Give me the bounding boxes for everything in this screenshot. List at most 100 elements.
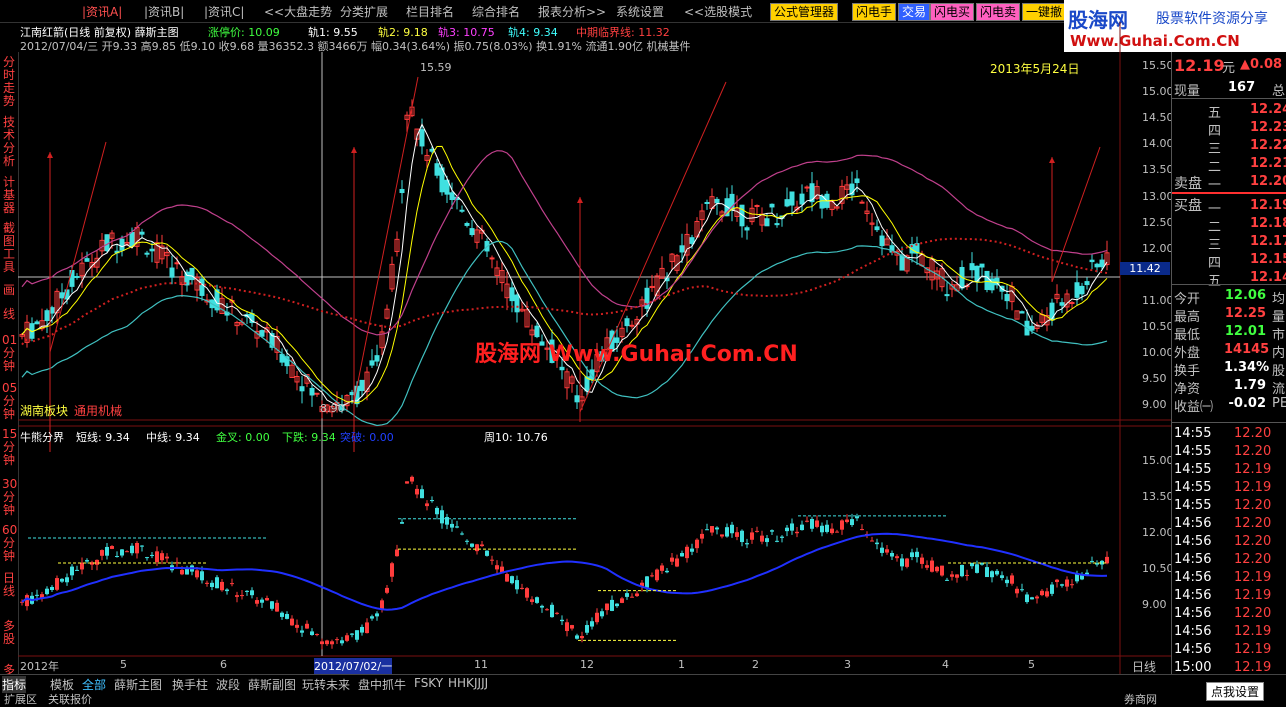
candle-body: [514, 294, 520, 313]
sub-candle-body: [715, 527, 719, 530]
tick-time: 14:56: [1174, 606, 1212, 621]
candle-body: [399, 188, 405, 194]
candle-body: [104, 234, 110, 252]
sub-candle-body: [260, 599, 264, 603]
tick-price: 12.20: [1234, 534, 1272, 549]
menu-stock-picking[interactable]: <<选股模式: [684, 3, 752, 20]
tick-price: 12.20: [1234, 606, 1272, 621]
sub-candle-body: [660, 565, 664, 571]
quote-change: ▲0.08: [1240, 57, 1283, 72]
left-tab-2[interactable]: 计基器: [2, 176, 16, 215]
left-tab-7[interactable]: 05分钟: [2, 382, 17, 421]
one-click-cancel-button[interactable]: 一键撤: [1022, 3, 1067, 21]
bottom-sub-tab-1[interactable]: 关联报价: [48, 691, 92, 707]
sub-candle-body: [675, 558, 679, 567]
sub-candle-body: [75, 569, 79, 571]
bottom-sub-tab-0[interactable]: 扩展区: [4, 691, 37, 707]
left-tab-1[interactable]: 技术分析: [2, 116, 16, 168]
y-tick-main: 9.00: [1142, 398, 1167, 412]
ask-level-label: 三: [1208, 142, 1222, 157]
candle-body: [349, 391, 355, 396]
left-tab-4[interactable]: 画: [2, 284, 16, 297]
candle-body: [49, 307, 55, 314]
candle-body: [369, 360, 375, 366]
menu-category-extend[interactable]: 分类扩展: [340, 3, 388, 20]
bottom-tab-7[interactable]: 玩转未来: [302, 676, 350, 693]
formula-manager-button[interactable]: 公式管理器: [770, 3, 839, 21]
sub-candle-body: [975, 564, 979, 573]
sub-candle-body: [265, 598, 269, 601]
menu-system-settings[interactable]: 系统设置: [616, 3, 664, 20]
sub-candle-body: [990, 571, 994, 578]
industry-label: 通用机械: [74, 404, 123, 418]
sub-candle-body: [800, 524, 804, 531]
stat-tail: 市: [1272, 328, 1286, 343]
sub-candle-body: [100, 550, 104, 556]
bottom-tab-4[interactable]: 换手柱: [172, 676, 208, 693]
left-tab-11[interactable]: 日线: [2, 572, 16, 598]
sub-candle-body: [920, 557, 924, 564]
menu-info-b[interactable]: |资讯B|: [144, 3, 184, 20]
sub-candle-body: [480, 544, 484, 547]
sub-candle-body: [555, 612, 559, 614]
sub-candle-body: [710, 526, 714, 533]
left-tab-9[interactable]: 30分钟: [2, 478, 17, 517]
x-tick: 2012/07/02/一: [314, 658, 393, 674]
left-tab-5[interactable]: 线: [2, 308, 16, 321]
left-tab-6[interactable]: 01分钟: [2, 334, 17, 373]
flash-sell-button[interactable]: 闪电卖: [976, 3, 1021, 21]
bottom-tab-5[interactable]: 波段: [216, 676, 240, 693]
bottom-tab-9[interactable]: FSKY: [414, 676, 443, 690]
settings-button[interactable]: 点我设置: [1206, 682, 1265, 701]
sub-candle-body: [1060, 584, 1064, 586]
sub-candle-body: [155, 551, 159, 563]
trade-button[interactable]: 交易: [898, 3, 931, 21]
candle-body: [784, 199, 790, 207]
candle-body: [469, 228, 475, 236]
broker-link[interactable]: 券商网: [1124, 691, 1157, 707]
y-tick-main: 12.50: [1142, 215, 1174, 229]
menu-info-c[interactable]: |资讯C|: [204, 3, 244, 20]
candle-body: [119, 238, 125, 251]
sub-candle-body: [680, 553, 684, 557]
bottom-tab-8[interactable]: 盘中抓牛: [358, 676, 406, 693]
y-tick-sub: 9.00: [1142, 598, 1167, 611]
candle-body: [799, 193, 805, 205]
candle-body: [969, 263, 975, 271]
x-tick: 5: [120, 658, 127, 671]
menu-column-rank[interactable]: 栏目排名: [406, 3, 454, 20]
sub-candle-body: [125, 551, 129, 553]
buy-label: 买盘: [1174, 198, 1202, 214]
left-tab-12[interactable]: 多股: [2, 620, 16, 646]
sub-candle-body: [145, 557, 149, 559]
volume-label: 现量: [1174, 84, 1201, 99]
x-tick: 2012年: [20, 660, 59, 673]
menu-overall-rank[interactable]: 综合排名: [472, 3, 520, 20]
tick-price: 12.20: [1234, 498, 1272, 513]
left-tab-10[interactable]: 60分钟: [2, 524, 17, 563]
sub-candle-body: [580, 636, 584, 639]
menu-report-analysis[interactable]: 报表分析>>: [538, 3, 606, 20]
bottom-tab-10[interactable]: HHK: [448, 676, 474, 690]
x-tick: 6: [220, 658, 227, 671]
flash-hand-button[interactable]: 闪电手: [852, 3, 897, 21]
sub-candle-body: [110, 546, 114, 549]
menu-market-trend[interactable]: <<大盘走势: [264, 3, 332, 20]
stat-value: 1.79: [1233, 378, 1266, 393]
x-tick: 2: [752, 658, 759, 671]
flash-buy-button[interactable]: 闪电买: [930, 3, 975, 21]
bottom-tab-3[interactable]: 薛斯主图: [114, 676, 162, 693]
left-tab-0[interactable]: 分时走势: [2, 56, 16, 108]
tick-time: 14:56: [1174, 552, 1212, 567]
left-tab-8[interactable]: 15分钟: [2, 428, 17, 467]
sub-candle-body: [760, 535, 764, 542]
tick-price: 12.20: [1234, 444, 1272, 459]
bottom-tab-6[interactable]: 薛斯副图: [248, 676, 296, 693]
bottom-tab-11[interactable]: JJJJ: [474, 676, 488, 690]
left-tab-3[interactable]: 截图工具: [2, 222, 16, 274]
sub-candle-body: [395, 549, 399, 557]
candle-body: [769, 203, 775, 208]
menu-info-a[interactable]: |资讯A|: [82, 3, 122, 20]
sub-candle-body: [585, 625, 589, 633]
tick-price: 12.19: [1234, 642, 1272, 657]
